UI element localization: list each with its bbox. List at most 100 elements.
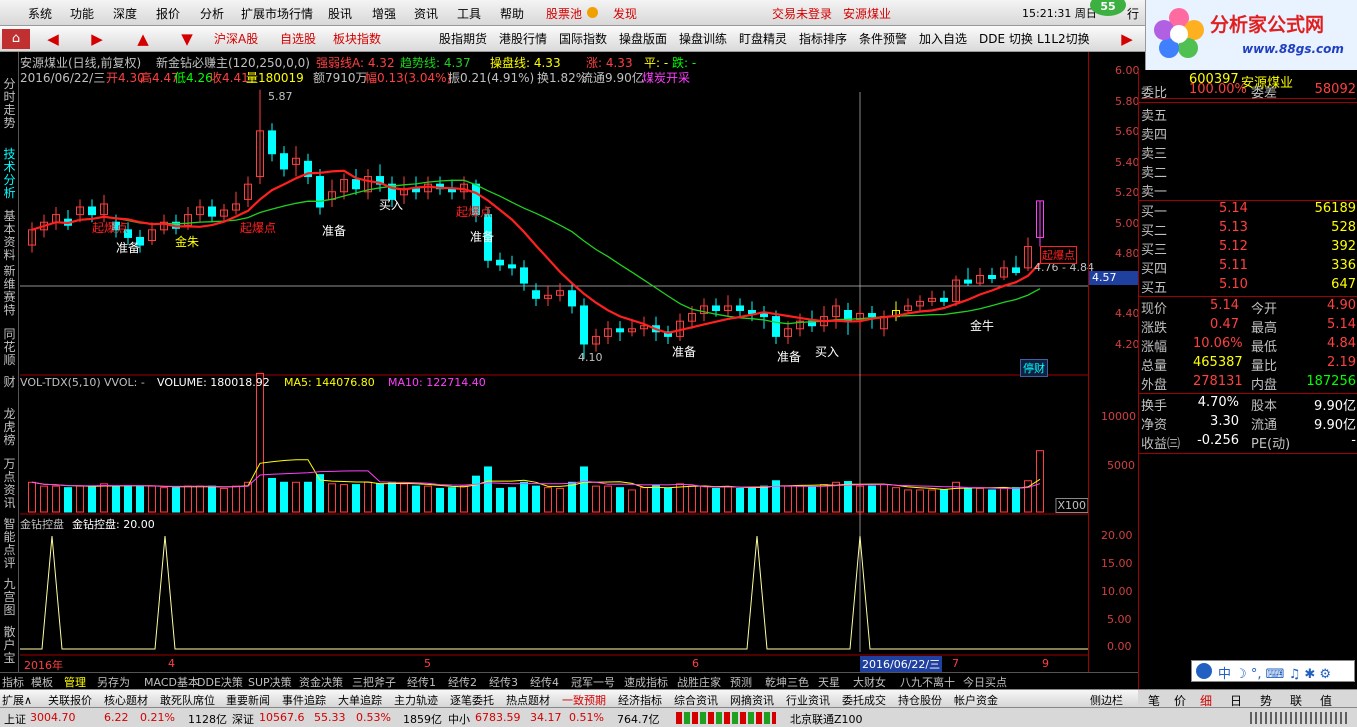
- l1l2-switch-button[interactable]: L1L2切换: [1037, 29, 1090, 49]
- indicator-tab[interactable]: MACD基本: [144, 674, 199, 690]
- vtab-xinwei[interactable]: 新维赛特: [1, 265, 18, 317]
- info-tab[interactable]: 委托成交: [842, 692, 886, 708]
- vtab-dragon-tiger[interactable]: 龙虎榜: [1, 408, 18, 447]
- info-tab[interactable]: 重要新闻: [226, 692, 270, 708]
- menu-item-tail[interactable]: 行: [1127, 5, 1139, 22]
- menu-item-quote[interactable]: 报价: [156, 5, 180, 22]
- trade-login-status[interactable]: 交易未登录: [772, 5, 832, 22]
- menu-item-depth[interactable]: 深度: [113, 5, 137, 22]
- menu-item-system[interactable]: 系统: [28, 5, 52, 22]
- down-arrow-icon[interactable]: ▼: [178, 30, 196, 48]
- info-tab[interactable]: 核心题材: [104, 692, 148, 708]
- info-tab[interactable]: 热点题材: [506, 692, 550, 708]
- indicator-tab[interactable]: 预测: [730, 674, 752, 690]
- ime-mode-icon[interactable]: 中 ☽ °, ⌨ ♫ ✱ ⚙: [1218, 663, 1331, 682]
- vtab-intraday[interactable]: 分时走势: [1, 78, 18, 130]
- volume-bar: [52, 485, 60, 513]
- indicator-tab[interactable]: 经传2: [448, 674, 477, 690]
- chart-area[interactable]: 安源煤业(日线,前复权) 新金钻必赚主(120,250,0,0) 强弱线A: 4…: [20, 52, 1094, 689]
- indicator-tab[interactable]: 经传4: [530, 674, 559, 690]
- indicator-tab[interactable]: 另存为: [97, 674, 130, 690]
- tab-condition-alert[interactable]: 条件预警: [859, 29, 907, 49]
- prev-arrow-icon[interactable]: ◀: [44, 30, 62, 48]
- zx-index-change: 34.17: [530, 711, 562, 724]
- info-tab[interactable]: 帐户资金: [954, 692, 998, 708]
- next-arrow-icon[interactable]: ▶: [88, 30, 106, 48]
- concept-tag[interactable]: 煤炭开采: [642, 69, 690, 86]
- dde-switch-button[interactable]: DDE 切换: [979, 29, 1033, 49]
- menu-item-extended-market[interactable]: 扩展市场行情: [241, 5, 313, 22]
- menu-item-stock-news[interactable]: 股讯: [328, 5, 352, 22]
- vtab-nine-grid[interactable]: 九宫图: [1, 578, 18, 617]
- indicator-tab[interactable]: DDE决策: [197, 674, 243, 690]
- discover-menu[interactable]: 发现: [613, 5, 637, 22]
- info-tab[interactable]: 行业资讯: [786, 692, 830, 708]
- vtab-technical[interactable]: 技术分析: [1, 148, 18, 200]
- vtab-finance[interactable]: 财: [1, 376, 18, 389]
- tab-trading-layout[interactable]: 操盘版面: [619, 29, 667, 49]
- tab-hk-stocks[interactable]: 港股行情: [499, 29, 547, 49]
- info-tab[interactable]: 经济指标: [618, 692, 662, 708]
- indicator-tab[interactable]: 战胜庄家: [677, 674, 721, 690]
- info-tab[interactable]: 逐笔委托: [450, 692, 494, 708]
- menu-item-tools[interactable]: 工具: [457, 5, 481, 22]
- input-method-bar[interactable]: 中 ☽ °, ⌨ ♫ ✱ ⚙: [1191, 660, 1355, 682]
- indicator-tab[interactable]: SUP决策: [248, 674, 292, 690]
- bar-amount: 额7910万: [313, 71, 368, 85]
- home-icon[interactable]: ⌂: [2, 29, 30, 49]
- sidebar-toggle[interactable]: 侧边栏: [1090, 692, 1123, 708]
- menu-item-help[interactable]: 帮助: [500, 5, 524, 22]
- indicator-tab[interactable]: 三把斧子: [352, 674, 396, 690]
- info-tab[interactable]: 一致预期: [562, 692, 606, 708]
- indicator-tab[interactable]: 经传3: [489, 674, 518, 690]
- y-tick: 4.40: [1115, 307, 1140, 320]
- toolbar-scroll-right-icon[interactable]: ▶: [1118, 30, 1136, 48]
- indicator-tab[interactable]: 大财女: [853, 674, 886, 690]
- info-tab[interactable]: 网摘资讯: [730, 692, 774, 708]
- vtab-wandian[interactable]: 万点资讯: [1, 458, 18, 510]
- sz-index-value: 10567.6: [259, 711, 305, 724]
- info-tab[interactable]: 持仓股份: [898, 692, 942, 708]
- info-tab[interactable]: 敢死队席位: [160, 692, 215, 708]
- tab-intl-index[interactable]: 国际指数: [559, 29, 607, 49]
- tab-shenzhen-a[interactable]: 沪深A股: [214, 29, 258, 49]
- add-to-watchlist-button[interactable]: 加入自选: [919, 29, 967, 49]
- volume-bar: [124, 485, 132, 513]
- tab-monitor[interactable]: 盯盘精灵: [739, 29, 787, 49]
- tab-trading-training[interactable]: 操盘训练: [679, 29, 727, 49]
- indicator-tab[interactable]: 速成指标: [624, 674, 668, 690]
- indicator-tab[interactable]: 模板: [31, 674, 53, 690]
- indicator-tab[interactable]: 经传1: [407, 674, 436, 690]
- indicator-tab[interactable]: 指标: [2, 674, 24, 690]
- tab-sector-index[interactable]: 板块指数: [333, 29, 381, 49]
- kline-chart[interactable]: [20, 52, 1088, 689]
- tab-index-futures[interactable]: 股指期货: [439, 29, 487, 49]
- menu-item-function[interactable]: 功能: [70, 5, 94, 22]
- menu-item-analysis[interactable]: 分析: [200, 5, 224, 22]
- info-tab[interactable]: 主力轨迹: [394, 692, 438, 708]
- indicator-tab[interactable]: 冠军一号: [571, 674, 615, 690]
- tab-indicator-sort[interactable]: 指标排序: [799, 29, 847, 49]
- indicator-tab[interactable]: 八九不离十: [900, 674, 955, 690]
- vtab-smart-review[interactable]: 智能点评: [1, 518, 18, 570]
- vtab-tonghuashun[interactable]: 同花顺: [1, 328, 18, 367]
- indicator-tab[interactable]: 管理: [64, 674, 86, 690]
- stock-pool-menu[interactable]: 股票池: [546, 5, 582, 22]
- info-tab[interactable]: 扩展∧: [2, 692, 32, 708]
- info-tab[interactable]: 事件追踪: [282, 692, 326, 708]
- tab-watchlist[interactable]: 自选股: [280, 29, 316, 49]
- info-tab[interactable]: 综合资讯: [674, 692, 718, 708]
- vtab-retail[interactable]: 散户宝: [1, 626, 18, 665]
- indicator-tab[interactable]: 乾坤三色: [765, 674, 809, 690]
- info-tab[interactable]: 关联报价: [48, 692, 92, 708]
- signal-zhunbei-2: 准备: [322, 224, 347, 238]
- vtab-fundamentals[interactable]: 基本资料: [1, 210, 18, 262]
- menu-item-enhance[interactable]: 增强: [372, 5, 396, 22]
- indicator-tab[interactable]: 天星: [818, 674, 840, 690]
- indicator-tab[interactable]: 资金决策: [299, 674, 343, 690]
- menu-item-info[interactable]: 资讯: [414, 5, 438, 22]
- candle-body: [736, 305, 744, 312]
- up-arrow-icon[interactable]: ▲: [134, 30, 152, 48]
- indicator-tab[interactable]: 今日买点: [963, 674, 1007, 690]
- info-tab[interactable]: 大单追踪: [338, 692, 382, 708]
